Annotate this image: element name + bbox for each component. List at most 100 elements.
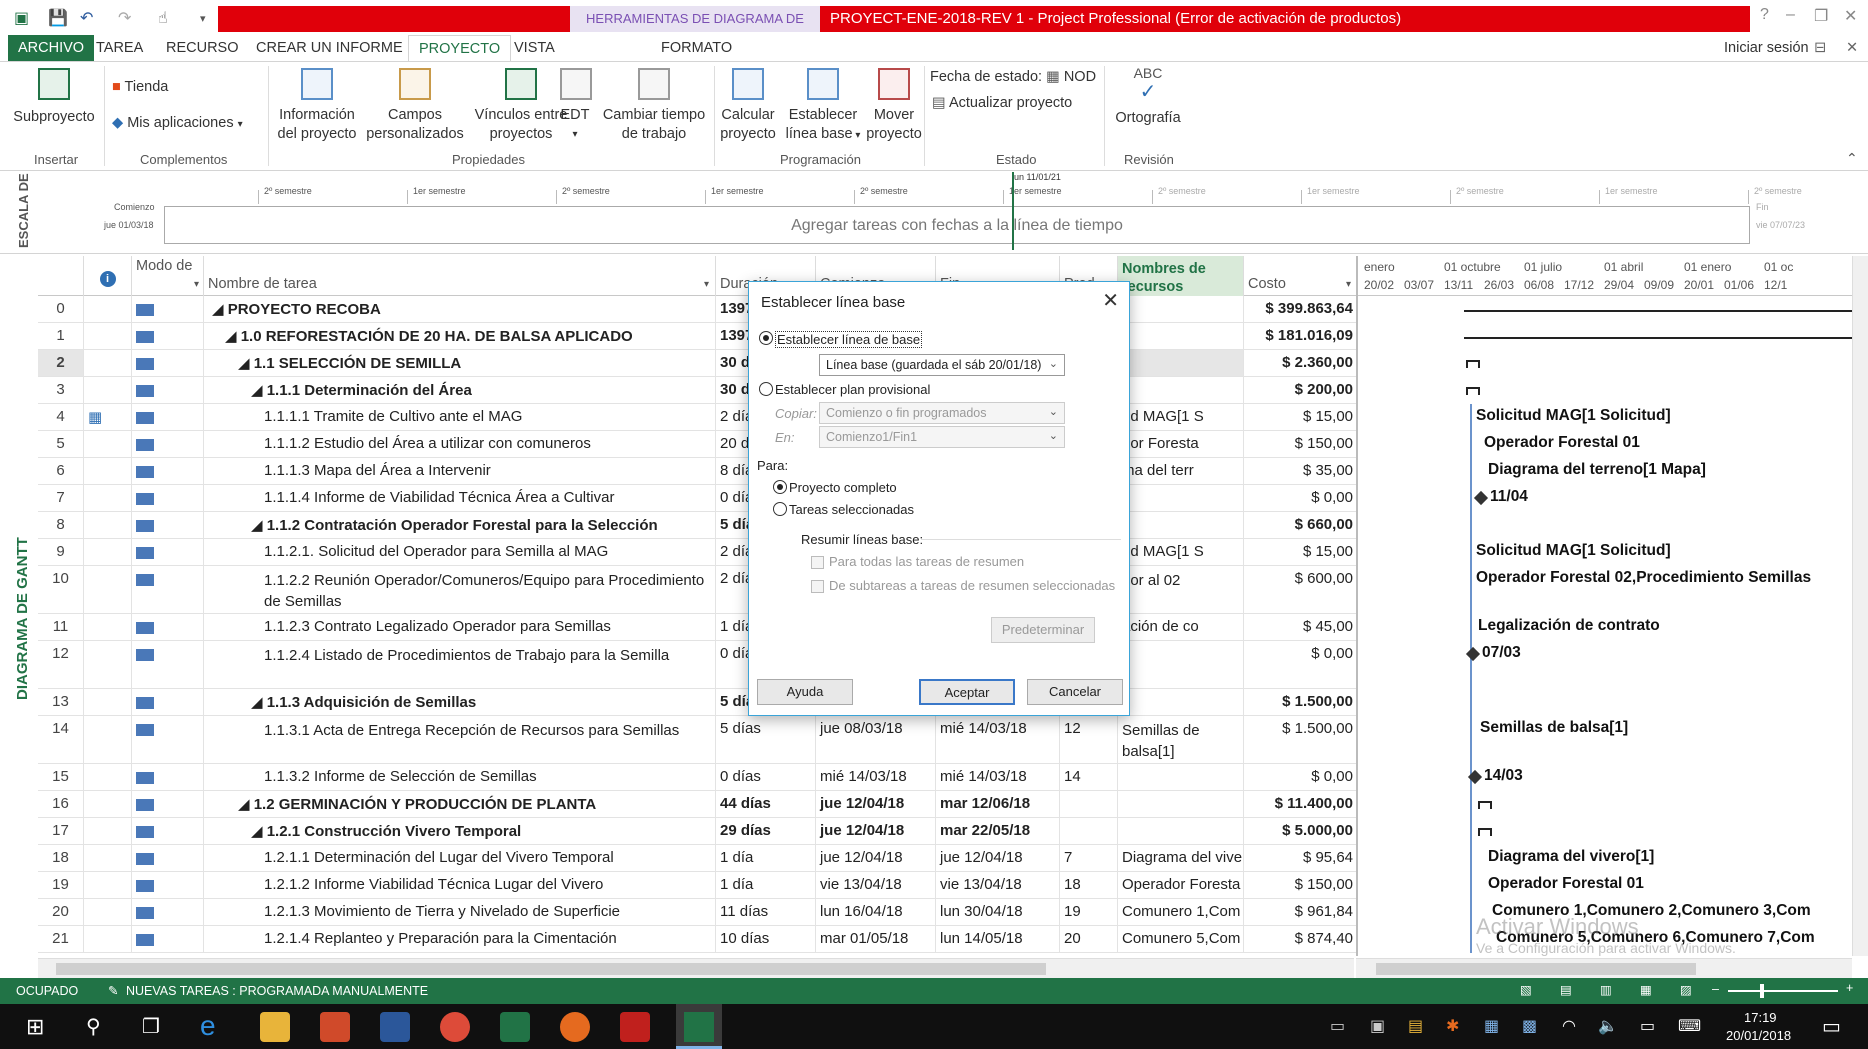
edge-icon[interactable]: e — [200, 1012, 230, 1042]
header-name[interactable]: Nombre de tarea ▾ — [204, 256, 716, 296]
row-finish[interactable]: lun 14/05/18 — [936, 926, 1060, 952]
milestone-diamond[interactable] — [1465, 646, 1481, 662]
row-task-mode[interactable] — [132, 296, 204, 322]
row-cost[interactable]: $ 150,00 — [1244, 431, 1358, 457]
row-task-mode[interactable] — [132, 512, 204, 538]
table-row[interactable]: 0◢ PROYECTO RECOBA1397 días$ 399.863,64 — [38, 296, 1358, 323]
table-row[interactable]: 16 ◢ 1.2 GERMINACIÓN Y PRODUCCIÓN DE PLAN… — [38, 791, 1358, 818]
ok-button[interactable]: Aceptar — [919, 679, 1015, 705]
row-cost[interactable]: $ 150,00 — [1244, 872, 1358, 898]
row-start[interactable]: mié 14/03/18 — [816, 764, 936, 790]
row-cost[interactable]: $ 0,00 — [1244, 764, 1358, 790]
row-finish[interactable]: vie 13/04/18 — [936, 872, 1060, 898]
actualizar-proyecto-button[interactable]: ▤ Actualizar proyecto — [932, 94, 1072, 113]
acrobat-icon[interactable] — [620, 1012, 650, 1042]
row-predecessors[interactable] — [1060, 791, 1118, 817]
row-resources[interactable]: ud MAG[1 S — [1118, 404, 1244, 430]
fecha-estado-button[interactable]: Fecha de estado: ▦ NOD — [930, 68, 1096, 87]
row-finish[interactable]: mié 14/03/18 — [936, 764, 1060, 790]
row-resources[interactable] — [1118, 485, 1244, 511]
table-row[interactable]: 2 ◢ 1.1 SELECCIÓN DE SEMILLA 30 días $ 2.36… — [38, 350, 1358, 377]
row-cost[interactable]: $ 2.360,00 — [1244, 350, 1358, 376]
row-task-name[interactable]: ◢ 1.1.2 Contratación Operador Forestal p… — [204, 512, 716, 538]
row-duration[interactable]: 0 días — [716, 764, 816, 790]
row-id[interactable]: 2 — [38, 350, 84, 376]
row-id[interactable]: 17 — [38, 818, 84, 844]
row-duration[interactable]: 10 días — [716, 926, 816, 952]
row-task-mode[interactable] — [132, 899, 204, 925]
row-cost[interactable]: $ 5.000,00 — [1244, 818, 1358, 844]
ortografia-button[interactable]: ABC ✓ Ortografía — [1108, 64, 1188, 128]
project-taskbar-button[interactable] — [676, 1004, 722, 1049]
table-row[interactable]: 17 ◢ 1.2.1 Construcción Vivero Temporal 29… — [38, 818, 1358, 845]
row-task-mode[interactable] — [132, 641, 204, 688]
table-row[interactable]: 14 1.1.3.1 Acta de Entrega Recepción de R… — [38, 716, 1358, 764]
row-task-name[interactable]: 1.1.1.1 Tramite de Cultivo ante el MAG — [204, 404, 716, 430]
tab-formato[interactable]: FORMATO — [661, 35, 732, 61]
establecer-linea-base-button[interactable]: Establecer línea base ▾ — [780, 68, 866, 145]
summary-bracket[interactable] — [1466, 387, 1480, 395]
row-resources[interactable] — [1118, 377, 1244, 403]
table-row[interactable]: 6 1.1.1.3 Mapa del Área a Intervenir 8 día… — [38, 458, 1358, 485]
table-row[interactable]: 19 1.2.1.2 Informe Viabilidad Técnica Lug… — [38, 872, 1358, 899]
cambiar-tiempo-button[interactable]: Cambiar tiempo de trabajo — [598, 68, 710, 144]
view-gantt-icon[interactable]: ▧ — [1520, 982, 1532, 997]
row-task-name[interactable]: 1.1.1.2 Estudio del Área a utilizar con … — [204, 431, 716, 457]
mis-aplicaciones-button[interactable]: ◆ Mis aplicaciones ▾ — [112, 114, 243, 134]
row-task-name[interactable]: 1.1.2.1. Solicitud del Operador para Sem… — [204, 539, 716, 565]
row-cost[interactable]: $ 181.016,09 — [1244, 323, 1358, 349]
scroll-thumb[interactable] — [56, 963, 1046, 975]
table-row[interactable]: 13 ◢ 1.1.3 Adquisición de Semillas 5 días $… — [38, 689, 1358, 716]
row-resources[interactable]: ud MAG[1 S — [1118, 539, 1244, 565]
row-cost[interactable]: $ 0,00 — [1244, 485, 1358, 511]
row-predecessors[interactable]: 19 — [1060, 899, 1118, 925]
baseline-select[interactable]: Línea base (guardada el sáb 20/01/18) ⌄ — [819, 354, 1065, 376]
row-task-mode[interactable] — [132, 377, 204, 403]
row-resources[interactable]: Operador Foresta — [1118, 872, 1244, 898]
clock-date[interactable]: 20/01/2018 — [1726, 1028, 1791, 1043]
row-id[interactable]: 3 — [38, 377, 84, 403]
row-task-mode[interactable] — [132, 845, 204, 871]
row-predecessors[interactable]: 14 — [1060, 764, 1118, 790]
row-resources[interactable] — [1118, 350, 1244, 376]
row-duration[interactable]: 29 días — [716, 818, 816, 844]
scroll-thumb[interactable] — [1376, 963, 1696, 975]
table-row[interactable]: 8 ◢ 1.1.2 Contratación Operador Forestal … — [38, 512, 1358, 539]
table-row[interactable]: 7 1.1.1.4 Informe de Viabilidad Técnica Á… — [38, 485, 1358, 512]
tab-crear-informe[interactable]: CREAR UN INFORME — [256, 35, 403, 61]
row-id[interactable]: 19 — [38, 872, 84, 898]
tienda-button[interactable]: ■ Tienda — [112, 78, 168, 97]
row-finish[interactable]: jue 12/04/18 — [936, 845, 1060, 871]
table-row[interactable]: 9 1.1.2.1. Solicitud del Operador para Se… — [38, 539, 1358, 566]
row-task-mode[interactable] — [132, 764, 204, 790]
row-id[interactable]: 20 — [38, 899, 84, 925]
row-id[interactable]: 8 — [38, 512, 84, 538]
zoom-in-icon[interactable]: + — [1846, 981, 1853, 995]
row-id[interactable]: 9 — [38, 539, 84, 565]
tray-icon[interactable]: ▤ — [1408, 1016, 1423, 1036]
row-cost[interactable]: $ 0,00 — [1244, 641, 1358, 688]
row-duration[interactable]: 1 día — [716, 872, 816, 898]
row-task-mode[interactable] — [132, 323, 204, 349]
row-start[interactable]: jue 12/04/18 — [816, 791, 936, 817]
row-resources[interactable]: Comunero 5,Com — [1118, 926, 1244, 952]
row-start[interactable]: mar 01/05/18 — [816, 926, 936, 952]
row-duration[interactable]: 11 días — [716, 899, 816, 925]
task-view-icon[interactable]: ❐ — [142, 1014, 160, 1039]
row-id[interactable]: 1 — [38, 323, 84, 349]
table-row[interactable]: 11 1.1.2.3 Contrato Legalizado Operador p… — [38, 614, 1358, 641]
summary-bar[interactable] — [1464, 337, 1852, 339]
summary-bracket[interactable] — [1478, 828, 1492, 836]
subproyecto-button[interactable]: Subproyecto — [12, 68, 96, 127]
row-task-name[interactable]: ◢ 1.2.1 Construcción Vivero Temporal — [204, 818, 716, 844]
row-task-mode[interactable] — [132, 485, 204, 511]
view-resource-sheet-icon[interactable]: ▦ — [1640, 982, 1652, 997]
touch-mode-icon[interactable]: ☝ — [158, 8, 168, 28]
radio-set-baseline[interactable] — [759, 331, 773, 345]
row-cost[interactable]: $ 1.500,00 — [1244, 689, 1358, 715]
row-task-mode[interactable] — [132, 458, 204, 484]
table-row[interactable]: 18 1.2.1.1 Determinación del Lugar del Vi… — [38, 845, 1358, 872]
row-task-name[interactable]: 1.2.1.3 Movimiento de Tierra y Nivelado … — [204, 899, 716, 925]
row-start[interactable]: jue 12/04/18 — [816, 818, 936, 844]
search-icon[interactable]: ⚲ — [86, 1014, 101, 1039]
